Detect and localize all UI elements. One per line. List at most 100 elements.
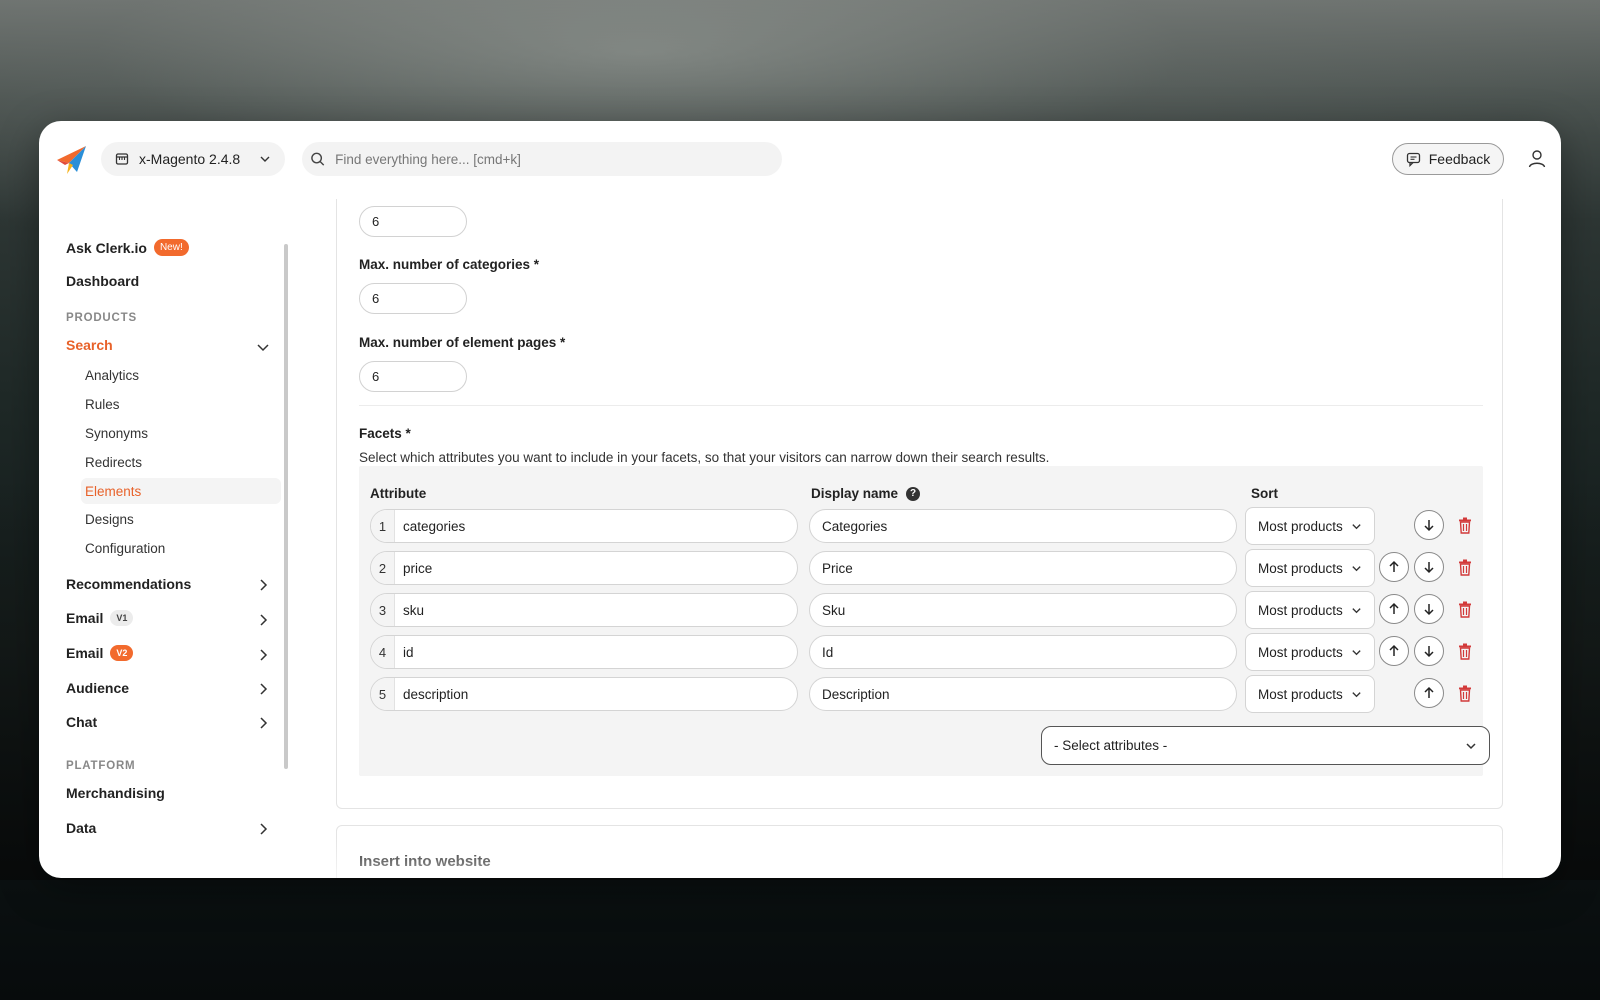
sort-select[interactable]: Most products: [1245, 549, 1375, 587]
chevron-right-icon[interactable]: [256, 716, 270, 730]
app-window: x-Magento 2.4.8 Feedback: [39, 121, 1561, 878]
sidebar-item-email-v1[interactable]: Email V1: [66, 610, 134, 626]
attribute-field[interactable]: 2 price: [370, 551, 798, 585]
move-down-button[interactable]: [1414, 594, 1444, 624]
chevron-down-icon[interactable]: [256, 340, 270, 354]
sidebar-item-chat[interactable]: Chat: [66, 714, 97, 730]
display-name-input[interactable]: [809, 551, 1237, 585]
move-up-button[interactable]: [1379, 636, 1409, 666]
arrow-up-icon: [1424, 686, 1434, 698]
trash-icon[interactable]: [1458, 559, 1472, 576]
attribute-value: sku: [403, 602, 425, 618]
sidebar-item-data[interactable]: Data: [66, 820, 96, 836]
attribute-field[interactable]: 4 id: [370, 635, 798, 669]
main-content: Max. number of categories * Max. number …: [299, 199, 1561, 878]
trash-icon[interactable]: [1458, 685, 1472, 702]
trash-icon[interactable]: [1458, 517, 1472, 534]
sidebar-item-merchandising[interactable]: Merchandising: [66, 785, 165, 801]
sidebar-item-email-v2[interactable]: Email V2: [66, 645, 134, 661]
move-down-button[interactable]: [1414, 636, 1444, 666]
move-up-button[interactable]: [1379, 552, 1409, 582]
chevron-right-icon[interactable]: [256, 578, 270, 592]
chevron-down-icon: [260, 156, 270, 162]
user-icon[interactable]: [1526, 148, 1548, 170]
sort-select[interactable]: Most products: [1245, 633, 1375, 671]
display-name-input[interactable]: [809, 509, 1237, 543]
row-number: 1: [371, 510, 395, 542]
chevron-down-icon: [1352, 565, 1361, 571]
store-icon: [115, 153, 129, 165]
facet-row: 2 price Most products: [370, 549, 1472, 587]
max-pages-input[interactable]: [359, 361, 467, 392]
max-categories-input[interactable]: [359, 283, 467, 314]
facets-table: Attribute Display name ? Sort 1 categori…: [359, 466, 1490, 776]
display-name-input[interactable]: [809, 635, 1237, 669]
subitem-label: Designs: [85, 511, 134, 527]
attribute-field[interactable]: 5 description: [370, 677, 798, 711]
top-number-input[interactable]: [359, 206, 467, 237]
chevron-right-icon[interactable]: [256, 613, 270, 627]
move-up-button[interactable]: [1414, 678, 1444, 708]
chevron-right-icon[interactable]: [256, 648, 270, 662]
sidebar-subitem-redirects[interactable]: Redirects: [81, 449, 281, 475]
sort-value: Most products: [1258, 686, 1343, 702]
clerk-logo-icon[interactable]: [55, 143, 87, 175]
feedback-button[interactable]: Feedback: [1392, 143, 1504, 175]
arrow-up-icon: [1389, 560, 1399, 572]
arrow-up-icon: [1389, 644, 1399, 656]
chevron-right-icon[interactable]: [256, 822, 270, 836]
row-number: 3: [371, 594, 395, 626]
subitem-label: Configuration: [85, 540, 166, 556]
sort-value: Most products: [1258, 644, 1343, 660]
attribute-field[interactable]: 3 sku: [370, 593, 798, 627]
sort-select[interactable]: Most products: [1245, 507, 1375, 545]
help-icon[interactable]: ?: [906, 486, 921, 501]
row-number: 2: [371, 552, 395, 584]
select-attributes-placeholder: - Select attributes -: [1054, 738, 1168, 753]
trash-icon[interactable]: [1458, 601, 1472, 618]
facet-row: 4 id Most products: [370, 633, 1472, 671]
sidebar-item-label: Ask Clerk.io: [66, 239, 147, 256]
arrow-down-icon: [1424, 520, 1434, 532]
sidebar-item-audience[interactable]: Audience: [66, 680, 129, 696]
sidebar-subitem-configuration[interactable]: Configuration: [81, 535, 281, 561]
chevron-down-icon: [1352, 607, 1361, 613]
sort-select[interactable]: Most products: [1245, 675, 1375, 713]
sidebar-subitem-analytics[interactable]: Analytics: [81, 362, 281, 388]
move-up-button[interactable]: [1379, 594, 1409, 624]
sidebar-item-dashboard[interactable]: Dashboard: [66, 273, 139, 289]
sidebar-subitem-synonyms[interactable]: Synonyms: [81, 420, 281, 446]
sidebar-subitem-designs[interactable]: Designs: [81, 506, 281, 532]
insert-card-title: Insert into website: [359, 853, 491, 870]
sidebar-item-label: Email: [66, 645, 104, 661]
attribute-field[interactable]: 1 categories: [370, 509, 798, 543]
sidebar-item-recommendations[interactable]: Recommendations: [66, 576, 191, 592]
sidebar-scrollbar[interactable]: [284, 244, 288, 769]
attribute-value: id: [403, 644, 414, 660]
sidebar-item-label: Dashboard: [66, 273, 140, 289]
move-down-button[interactable]: [1414, 510, 1444, 540]
move-down-button[interactable]: [1414, 552, 1444, 582]
select-attributes-dropdown[interactable]: - Select attributes -: [1041, 726, 1490, 765]
search-input[interactable]: [335, 151, 774, 167]
sidebar-subitem-rules[interactable]: Rules: [81, 391, 281, 417]
sidebar-item-search[interactable]: Search: [66, 337, 113, 353]
chevron-right-icon[interactable]: [256, 682, 270, 696]
arrow-down-icon: [1424, 562, 1434, 574]
v1-badge: V1: [110, 610, 134, 626]
sidebar-subitem-elements[interactable]: Elements: [81, 478, 281, 504]
display-name-input[interactable]: [809, 677, 1237, 711]
store-selector[interactable]: x-Magento 2.4.8: [101, 142, 285, 176]
trash-icon[interactable]: [1458, 643, 1472, 660]
facet-row: 5 description Most products: [370, 675, 1472, 713]
sort-select[interactable]: Most products: [1245, 591, 1375, 629]
display-name-input[interactable]: [809, 593, 1237, 627]
row-number: 4: [371, 636, 395, 668]
max-categories-label: Max. number of categories *: [359, 257, 540, 272]
section-label-products: PRODUCTS: [66, 312, 137, 324]
sidebar-item-ask-clerk[interactable]: Ask Clerk.io New!: [66, 239, 189, 256]
col-header-display-name: Display name ?: [811, 486, 921, 501]
facet-row: 3 sku Most products: [370, 591, 1472, 629]
attribute-value: categories: [403, 518, 466, 534]
chevron-down-icon: [1352, 691, 1361, 697]
